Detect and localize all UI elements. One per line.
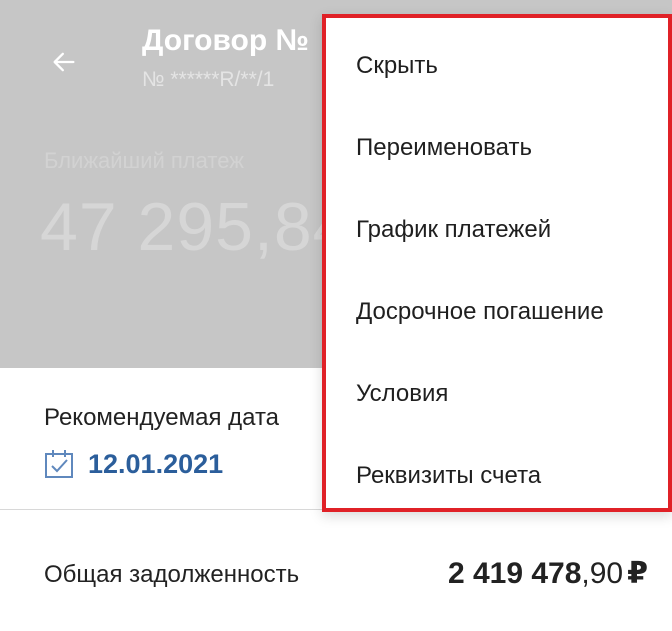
menu-item-rename[interactable]: Переименовать: [356, 126, 668, 170]
recommended-date-label: Рекомендуемая дата: [44, 404, 280, 431]
back-button[interactable]: [44, 42, 84, 82]
overflow-menu: Скрыть Переименовать График платежей Дос…: [322, 14, 672, 512]
menu-item-account-details[interactable]: Реквизиты счета: [356, 454, 668, 498]
next-payment-amount: 47 295,84: [40, 189, 352, 265]
menu-item-payment-schedule[interactable]: График платежей: [356, 208, 668, 252]
calendar-check-icon: [45, 450, 73, 478]
contract-title: Договор №: [142, 24, 309, 57]
total-debt-integer: 2 419 478: [447, 557, 582, 590]
total-debt-fraction: ,90: [581, 557, 624, 590]
total-debt-value: 2 419 478,90 ₽: [448, 556, 648, 591]
arrow-left-icon: [53, 52, 75, 72]
next-payment-label: Ближайший платеж: [44, 148, 244, 173]
currency-symbol: ₽: [627, 557, 648, 590]
menu-item-early-repayment[interactable]: Досрочное погашение: [356, 290, 668, 334]
contract-number: № ******R/**/1: [142, 68, 275, 91]
total-debt-label: Общая задолженность: [44, 561, 300, 588]
recommended-date-row: 12.01.2021: [44, 446, 223, 482]
menu-item-hide[interactable]: Скрыть: [356, 44, 668, 88]
menu-item-terms[interactable]: Условия: [356, 372, 668, 416]
recommended-date-value: 12.01.2021: [88, 448, 224, 479]
